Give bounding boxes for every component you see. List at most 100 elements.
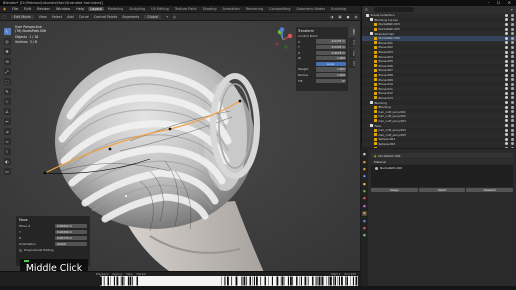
render-camera-icon[interactable] [511, 101, 514, 105]
tab-texture-paint[interactable]: Texture Paint [173, 7, 199, 11]
render-camera-icon[interactable] [511, 96, 514, 100]
properties-tab-icon[interactable]: ● [362, 182, 367, 187]
visibility-eye-icon[interactable] [505, 91, 508, 95]
move-y-field[interactable]: 0.00399 m [55, 229, 87, 235]
transform-tool-icon[interactable]: ⬚ [3, 77, 11, 85]
w-field[interactable]: 1.000 [316, 56, 346, 61]
menu-curve[interactable]: Curve [79, 15, 89, 19]
timeline-marker[interactable]: Marker [137, 272, 147, 276]
visibility-eye-icon[interactable] [505, 124, 508, 128]
properties-tab-icon[interactable]: ● [362, 204, 367, 209]
z-field[interactable]: 0.9978 m [316, 50, 346, 55]
properties-tab-icon[interactable]: ● [362, 226, 367, 231]
material-section-header[interactable]: Material [371, 159, 513, 164]
menu-add[interactable]: Add [67, 15, 74, 19]
tab-layout[interactable]: Layout [88, 7, 104, 11]
visibility-eye-icon[interactable] [505, 41, 508, 45]
material-slot-list[interactable]: NurbsPath.006 [371, 165, 513, 187]
render-camera-icon[interactable] [511, 59, 514, 63]
render-camera-icon[interactable] [511, 32, 514, 36]
render-camera-icon[interactable] [511, 105, 514, 109]
visibility-eye-icon[interactable] [505, 13, 508, 17]
menu-control-points[interactable]: Control Points [94, 15, 118, 19]
orientation-field[interactable]: Global [55, 241, 87, 247]
tab-scripting[interactable]: Scripting [329, 7, 348, 11]
render-camera-icon[interactable] [511, 124, 514, 128]
visibility-eye-icon[interactable] [505, 137, 508, 141]
visibility-eye-icon[interactable] [505, 110, 508, 114]
pen-tool-icon[interactable]: ⌇ [3, 147, 11, 155]
timeline-end[interactable]: End 250 [344, 272, 356, 276]
shading-solid-icon[interactable]: ● [347, 15, 350, 19]
visibility-eye-icon[interactable] [505, 68, 508, 72]
visibility-eye-icon[interactable] [505, 87, 508, 91]
properties-tab-icon[interactable]: ● [362, 152, 367, 157]
visibility-eye-icon[interactable] [505, 78, 508, 82]
visibility-eye-icon[interactable] [505, 128, 508, 132]
render-camera-icon[interactable] [511, 68, 514, 72]
menu-segments[interactable]: Segments [122, 15, 139, 19]
visibility-eye-icon[interactable] [505, 105, 508, 109]
shear-tool-icon[interactable]: ▭ [3, 167, 11, 175]
assign-button[interactable]: Assign [371, 188, 418, 193]
render-camera-icon[interactable] [511, 110, 514, 114]
visibility-eye-icon[interactable] [505, 133, 508, 137]
render-camera-icon[interactable] [511, 91, 514, 95]
y-field[interactable]: 0.0393 m [316, 45, 346, 50]
tab-sculpting[interactable]: Sculpting [127, 7, 147, 11]
select-tool-icon[interactable]: ↖ [3, 27, 11, 35]
render-camera-icon[interactable] [511, 13, 514, 17]
proportional-icon[interactable]: ◎ [173, 15, 176, 19]
tab-uv-editing[interactable]: UV Editing [149, 7, 171, 11]
outliner-display-icon[interactable]: ☰ [365, 8, 368, 12]
operation-title[interactable]: Move [19, 218, 87, 222]
select-button[interactable]: Select [418, 188, 466, 193]
tab-compositing[interactable]: Compositing [267, 7, 292, 11]
snap-icon[interactable]: ⌖ [166, 15, 168, 19]
x-field[interactable]: -0.0435 m [316, 39, 346, 44]
timeline-view[interactable]: View [126, 272, 133, 276]
annotate-tool-icon[interactable]: ✎ [3, 87, 11, 95]
menu-window[interactable]: Window [56, 7, 70, 11]
radius-field[interactable]: 1.000 [316, 72, 346, 78]
visibility-eye-icon[interactable] [505, 45, 508, 49]
properties-tab-icon[interactable]: ● [362, 211, 367, 217]
visibility-eye-icon[interactable] [505, 64, 508, 68]
render-camera-icon[interactable] [511, 147, 514, 148]
randomize-tool-icon[interactable]: ◐ [3, 157, 11, 165]
properties-tab-icon[interactable]: ● [362, 233, 367, 238]
render-camera-icon[interactable] [511, 87, 514, 91]
move-tool-icon[interactable]: ✥ [3, 47, 11, 55]
filter-icon[interactable]: ⏷ [511, 8, 513, 12]
tab-shading[interactable]: Shading [201, 7, 219, 11]
render-camera-icon[interactable] [511, 64, 514, 68]
render-camera-icon[interactable] [511, 50, 514, 54]
tab-view[interactable]: View [349, 47, 355, 59]
properties-tab-icon[interactable]: ● [362, 174, 367, 179]
visibility-eye-icon[interactable] [505, 32, 508, 36]
outliner-search[interactable] [373, 7, 414, 12]
tab-item[interactable]: Item [349, 27, 355, 37]
mode-dropdown[interactable]: Edit Mode [10, 14, 34, 19]
render-camera-icon[interactable] [511, 18, 514, 22]
move-x-field[interactable]: 0.00441 m [55, 223, 87, 229]
render-camera-icon[interactable] [511, 142, 514, 146]
visibility-eye-icon[interactable] [505, 114, 508, 118]
blender-logo-icon[interactable]: ◉ [3, 7, 6, 11]
visibility-eye-icon[interactable] [505, 142, 508, 146]
menu-view[interactable]: View [39, 15, 47, 19]
visibility-eye-icon[interactable] [505, 147, 508, 148]
editor-type-icon[interactable]: ⬚ [3, 15, 6, 19]
render-camera-icon[interactable] [511, 82, 514, 86]
render-camera-icon[interactable] [511, 41, 514, 45]
menu-edit[interactable]: Edit [24, 7, 31, 11]
render-camera-icon[interactable] [511, 119, 514, 123]
render-camera-icon[interactable] [511, 27, 514, 31]
render-camera-icon[interactable] [511, 133, 514, 137]
render-camera-icon[interactable] [511, 22, 514, 26]
move-z-field[interactable]: 0.00774 m [55, 235, 87, 241]
visibility-eye-icon[interactable] [505, 36, 508, 40]
properties-tab-icon[interactable]: ● [362, 160, 367, 165]
render-camera-icon[interactable] [511, 45, 514, 49]
xray-icon[interactable]: ▣ [338, 15, 341, 19]
